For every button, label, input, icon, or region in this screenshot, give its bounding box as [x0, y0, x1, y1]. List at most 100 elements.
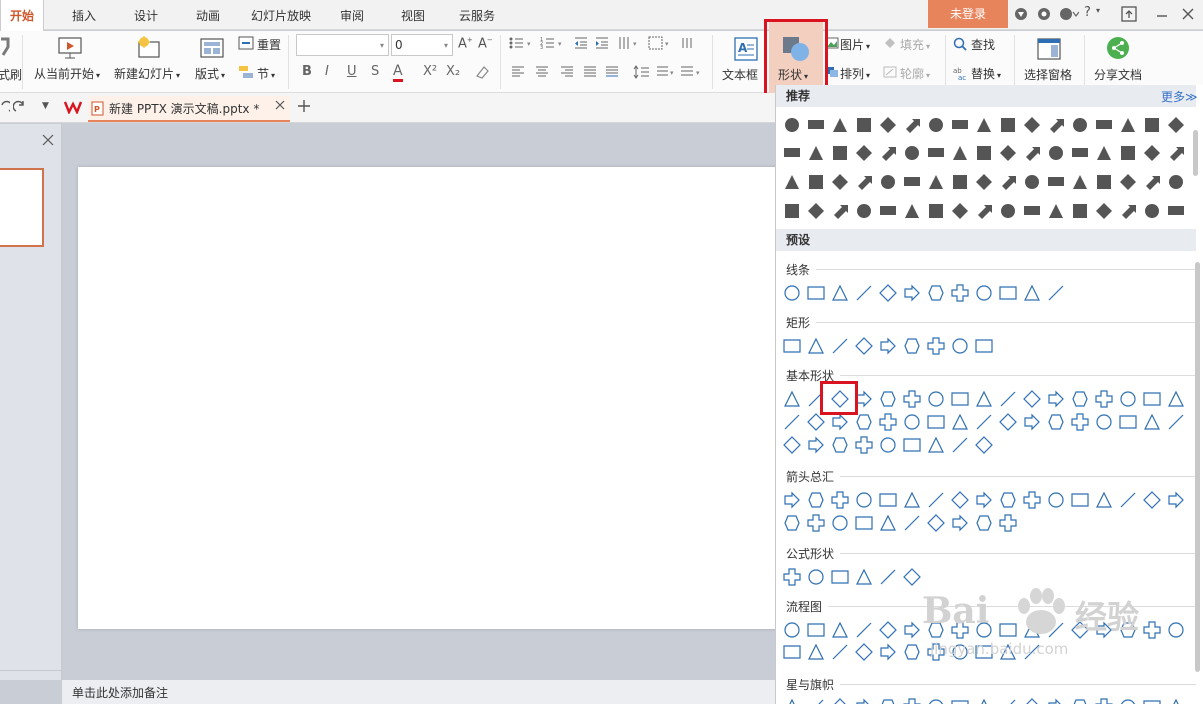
preset-shape[interactable]: [902, 336, 922, 356]
feedback-icon[interactable]: [1059, 7, 1079, 21]
preset-shape[interactable]: [1142, 389, 1162, 409]
recommended-shape[interactable]: [1118, 172, 1138, 192]
paragraph-format-icon[interactable]: ▾: [680, 65, 706, 79]
recommended-shape[interactable]: [998, 172, 1018, 192]
font-color-button[interactable]: A: [393, 64, 403, 82]
preset-shape[interactable]: [902, 490, 922, 510]
skin-icon[interactable]: [1014, 7, 1028, 21]
recommended-shape[interactable]: [782, 115, 802, 135]
preset-shape[interactable]: [1118, 697, 1138, 704]
preset-shape[interactable]: [926, 389, 946, 409]
align-right-icon[interactable]: [560, 66, 574, 78]
recommended-shape[interactable]: [1166, 143, 1186, 163]
preset-shape[interactable]: [1142, 697, 1162, 704]
preset-shape[interactable]: [854, 697, 874, 704]
preset-shape[interactable]: [902, 620, 922, 640]
recommended-shape[interactable]: [974, 143, 994, 163]
recommended-shape[interactable]: [806, 115, 826, 135]
preset-shape[interactable]: [1118, 412, 1138, 432]
clear-format-icon[interactable]: [474, 64, 490, 80]
preset-shape[interactable]: [998, 412, 1018, 432]
recommended-shape[interactable]: [1046, 115, 1066, 135]
preset-shape[interactable]: [878, 642, 898, 662]
preset-shape[interactable]: [1094, 412, 1114, 432]
preset-shape[interactable]: [878, 490, 898, 510]
from-current-button[interactable]: 从当前开始 ▾: [34, 65, 100, 82]
preset-shape[interactable]: [830, 620, 850, 640]
section-button[interactable]: 节 ▾: [257, 65, 275, 82]
close-tab-icon[interactable]: [275, 100, 285, 110]
find-button[interactable]: 查找: [971, 36, 995, 53]
recommended-shape[interactable]: [1094, 115, 1114, 135]
recommended-shape[interactable]: [1070, 115, 1090, 135]
preset-shape[interactable]: [974, 412, 994, 432]
preset-shape[interactable]: [878, 389, 898, 409]
preset-shape[interactable]: [806, 490, 826, 510]
preset-shape[interactable]: [1094, 490, 1114, 510]
preset-shape[interactable]: [830, 513, 850, 533]
help-button[interactable]: ?: [1084, 5, 1091, 20]
preset-shape[interactable]: [974, 435, 994, 455]
align-center-icon[interactable]: [535, 66, 549, 78]
recommended-shape[interactable]: [1094, 143, 1114, 163]
recommended-shape[interactable]: [1142, 172, 1162, 192]
section-icon[interactable]: [238, 65, 254, 79]
preset-shape[interactable]: [1166, 389, 1186, 409]
tab-review[interactable]: 审阅: [330, 0, 374, 30]
increase-font-icon[interactable]: A+: [458, 36, 473, 51]
share-icon[interactable]: [1106, 36, 1130, 60]
tab-slideshow[interactable]: 幻灯片放映: [244, 0, 318, 30]
recommended-scrollbar[interactable]: [1193, 130, 1198, 176]
recommended-shape[interactable]: [1094, 172, 1114, 192]
layout-icon[interactable]: [200, 37, 224, 59]
login-button[interactable]: 未登录: [928, 0, 1008, 28]
recommended-shape[interactable]: [1022, 143, 1042, 163]
bullet-list-icon[interactable]: ▾: [509, 36, 535, 50]
preset-shape[interactable]: [1118, 490, 1138, 510]
preset-shape[interactable]: [926, 336, 946, 356]
decrease-font-icon[interactable]: A−: [478, 36, 493, 51]
preset-shape[interactable]: [950, 513, 970, 533]
decrease-indent-icon[interactable]: [574, 36, 588, 50]
line-spacing-icon[interactable]: [633, 65, 655, 79]
preset-shape[interactable]: [902, 697, 922, 704]
preset-shape[interactable]: [854, 490, 874, 510]
preset-shape[interactable]: [878, 336, 898, 356]
help-dropdown-icon[interactable]: ▾: [1096, 6, 1100, 15]
underline-button[interactable]: U: [347, 64, 357, 79]
close-panel-icon[interactable]: [42, 134, 54, 146]
tab-home[interactable]: 开始: [0, 0, 44, 31]
paragraph-spacing-icon[interactable]: ▾: [656, 65, 678, 79]
recommended-shape[interactable]: [1118, 201, 1138, 221]
document-tab[interactable]: P 新建 PPTX 演示文稿.pptx *: [88, 96, 290, 122]
new-slide-button[interactable]: 新建幻灯片 ▾: [114, 65, 180, 82]
recommended-shape[interactable]: [926, 172, 946, 192]
preset-shape[interactable]: [830, 642, 850, 662]
recommended-shape[interactable]: [950, 143, 970, 163]
preset-shape[interactable]: [950, 490, 970, 510]
align-left-icon[interactable]: [511, 66, 525, 78]
new-tab-icon[interactable]: [297, 99, 311, 113]
tab-insert[interactable]: 插入: [60, 0, 108, 30]
preset-shape[interactable]: [1046, 697, 1066, 704]
preset-shape[interactable]: [782, 336, 802, 356]
preset-shape[interactable]: [854, 513, 874, 533]
preset-shape[interactable]: [926, 490, 946, 510]
upload-icon[interactable]: [1121, 6, 1137, 22]
preset-shape[interactable]: [1070, 697, 1090, 704]
select-pane-button[interactable]: 选择窗格: [1024, 66, 1072, 83]
tab-cloud[interactable]: 云服务: [450, 0, 504, 30]
preset-shape[interactable]: [782, 435, 802, 455]
recommended-shape[interactable]: [854, 143, 874, 163]
preset-shape[interactable]: [902, 642, 922, 662]
tab-view[interactable]: 视图: [390, 0, 436, 30]
recommended-shape[interactable]: [950, 172, 970, 192]
recommended-shape[interactable]: [806, 201, 826, 221]
preset-shape[interactable]: [782, 389, 802, 409]
recommended-shape[interactable]: [926, 201, 946, 221]
strikethrough-button[interactable]: S: [371, 64, 379, 79]
preset-shape[interactable]: [950, 697, 970, 704]
preset-shape[interactable]: [974, 336, 994, 356]
slide-thumbnail[interactable]: [0, 168, 44, 247]
preset-shape[interactable]: [950, 435, 970, 455]
